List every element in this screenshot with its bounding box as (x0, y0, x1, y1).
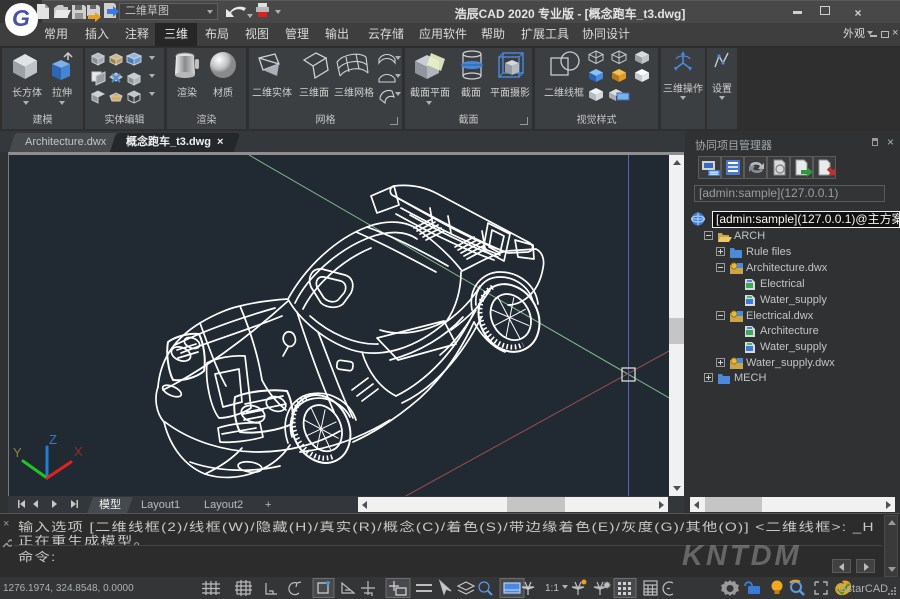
svg-text:Y: Y (13, 445, 22, 460)
svg-text:Z: Z (49, 432, 57, 447)
svg-text:X: X (74, 444, 83, 459)
